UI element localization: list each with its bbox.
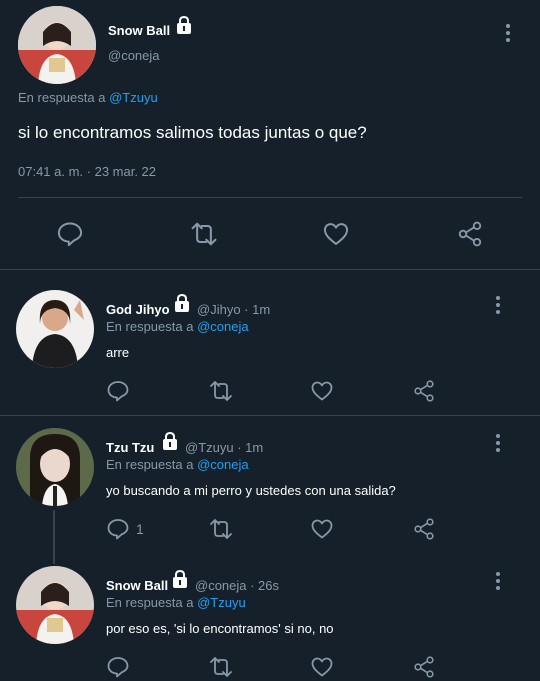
reply-context: En respuesta a @coneja [106, 319, 249, 334]
handle-time[interactable]: @Tzuyu · 1m [185, 440, 263, 455]
lock-icon [174, 15, 194, 35]
divider [0, 269, 540, 270]
tweet-text: yo buscando a mi perro y ustedes con una… [106, 483, 396, 498]
tweet-text: arre [106, 345, 130, 360]
share-icon[interactable] [412, 379, 436, 403]
display-name[interactable]: God Jihyo [106, 302, 170, 317]
lock-icon [170, 569, 190, 589]
avatar[interactable] [16, 428, 94, 506]
reply-to-link[interactable]: @coneja [197, 319, 249, 334]
reply-to-link[interactable]: @Tzuyu [109, 90, 158, 105]
like-icon[interactable] [310, 517, 334, 541]
share-icon[interactable] [412, 655, 436, 679]
more-icon[interactable] [506, 24, 512, 45]
reply-icon[interactable] [106, 379, 130, 403]
like-icon[interactable] [322, 220, 350, 248]
display-name[interactable]: Snow Ball [106, 578, 168, 593]
reply-icon[interactable] [106, 517, 130, 541]
reply-context: En respuesta a @Tzuyu [106, 595, 246, 610]
avatar[interactable] [18, 6, 96, 84]
like-icon[interactable] [310, 379, 334, 403]
retweet-icon[interactable] [188, 220, 220, 248]
lock-icon [160, 431, 180, 451]
display-name[interactable]: Tzu Tzu [106, 440, 154, 455]
reply-to-link[interactable]: @Tzuyu [197, 595, 246, 610]
connector-line [53, 510, 55, 564]
divider [0, 415, 540, 416]
reply-count: 1 [136, 521, 144, 537]
more-icon[interactable] [496, 296, 502, 317]
handle-time[interactable]: @coneja · 26s [195, 578, 279, 593]
reply-context: En respuesta a @Tzuyu [18, 90, 158, 105]
handle[interactable]: @coneja [108, 48, 160, 63]
lock-icon [172, 293, 192, 313]
share-icon[interactable] [412, 517, 436, 541]
timestamp[interactable]: 07:41 a. m. · 23 mar. 22 [18, 164, 156, 179]
tweet-text: si lo encontramos salimos todas juntas o… [18, 123, 367, 142]
display-name[interactable]: Snow Ball [108, 23, 170, 38]
reply-context: En respuesta a @coneja [106, 457, 249, 472]
divider [18, 197, 522, 198]
share-icon[interactable] [456, 220, 484, 248]
reply-icon[interactable] [56, 220, 84, 248]
reply-to-link[interactable]: @coneja [197, 457, 249, 472]
more-icon[interactable] [496, 434, 502, 455]
handle-time[interactable]: @Jihyo · 1m [197, 302, 270, 317]
tweet-text: por eso es, 'si lo encontramos' si no, n… [106, 621, 334, 636]
retweet-icon[interactable] [207, 379, 235, 403]
avatar[interactable] [16, 290, 94, 368]
retweet-icon[interactable] [207, 517, 235, 541]
like-icon[interactable] [310, 655, 334, 679]
avatar[interactable] [16, 566, 94, 644]
more-icon[interactable] [496, 572, 502, 593]
reply-icon[interactable] [106, 655, 130, 679]
retweet-icon[interactable] [207, 655, 235, 679]
